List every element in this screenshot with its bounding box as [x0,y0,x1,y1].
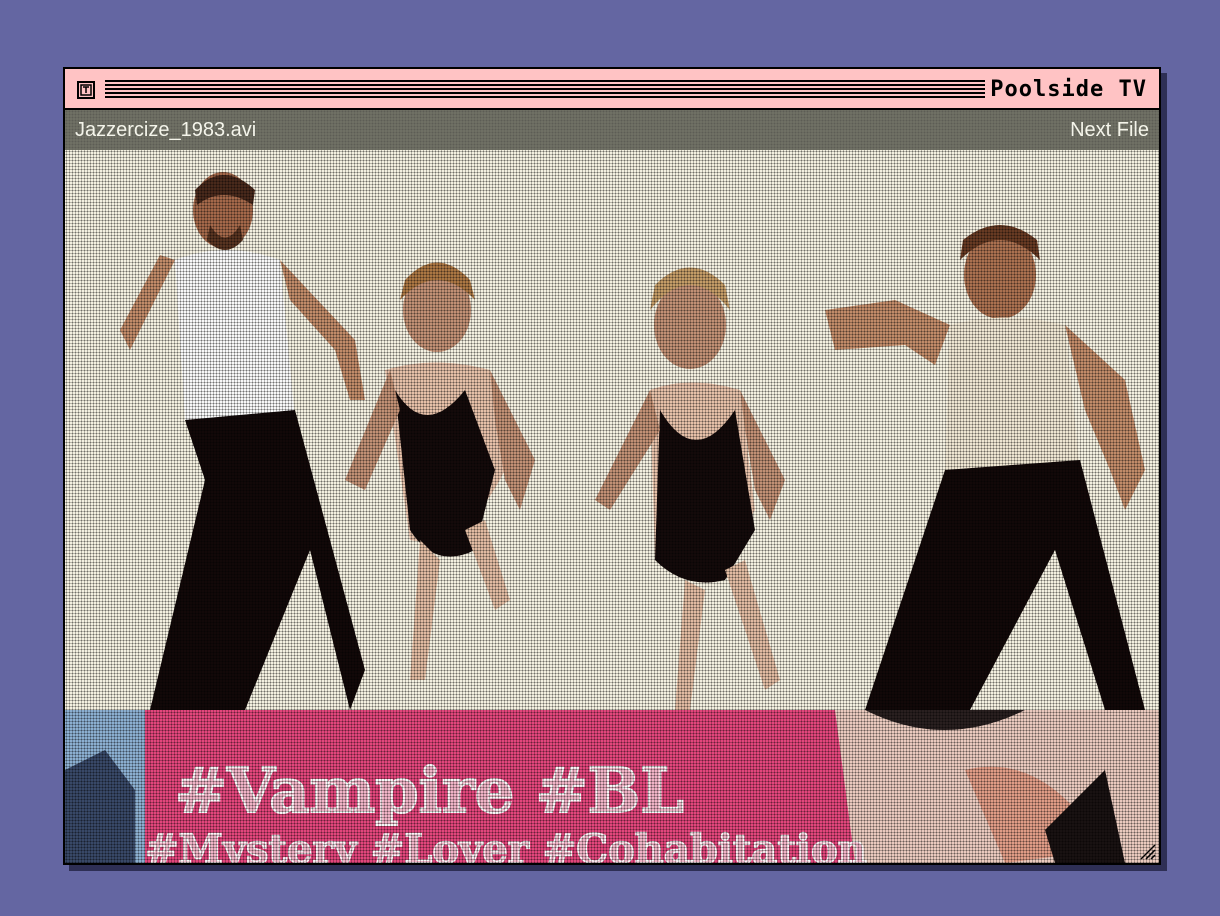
current-file-name: Jazzercize_1983.avi [75,119,257,141]
next-file-button[interactable]: Next File [1070,118,1149,142]
tv-glyph-icon [80,84,92,96]
banner-caption-main: #Vampire #BL [175,754,684,827]
video-player[interactable]: #Vampire #BL #Mystery #Lover #Cohabitati… [65,150,1159,863]
info-bar: Jazzercize_1983.avi Next File [65,110,1159,150]
close-box-icon[interactable] [77,81,95,99]
title-bar-stripes [105,80,985,100]
video-frame: #Vampire #BL #Mystery #Lover #Cohabitati… [65,150,1159,863]
desktop-pattern: ​ [87,0,133,71]
promo-banner: #Vampire #BL #Mystery #Lover #Cohabitati… [65,710,1159,863]
desktop: ​ Poolside TV Jazzercize_1983.avi Next F… [0,0,1220,916]
banner-caption-sub: #Mystery #Lover #Cohabitation [145,826,867,863]
resize-grip-icon[interactable] [1135,839,1157,861]
window-title: Poolside TV [990,77,1147,102]
title-bar[interactable]: Poolside TV [65,69,1159,110]
poolside-tv-window: Poolside TV Jazzercize_1983.avi Next Fil… [63,67,1161,865]
